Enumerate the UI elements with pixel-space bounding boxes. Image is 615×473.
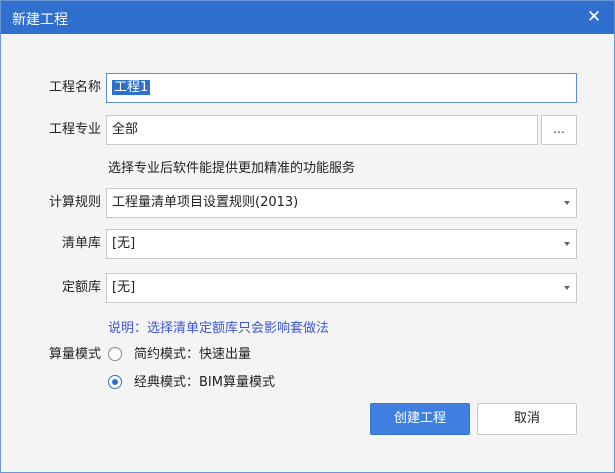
browse-major-button[interactable]: ... (541, 115, 577, 145)
project-name-value: 工程1 (112, 80, 151, 95)
project-major-label: 工程专业 (48, 122, 101, 137)
major-hint: 选择专业后软件能提供更加精准的功能服务 (108, 161, 356, 176)
bill-library-value: [无] (112, 236, 136, 251)
chevron-down-icon (564, 201, 570, 205)
bill-library-select[interactable]: [无] (106, 229, 577, 259)
bill-library-label: 清单库 (61, 236, 101, 251)
quota-library-select[interactable]: [无] (106, 273, 577, 303)
calc-rule-label: 计算规则 (48, 195, 101, 210)
quota-library-value: [无] (112, 280, 136, 295)
title-bar[interactable]: 新建工程 ✕ (1, 1, 614, 34)
chevron-down-icon (564, 242, 570, 246)
project-name-label: 工程名称 (48, 80, 101, 95)
project-major-input[interactable]: 全部 (106, 115, 538, 145)
radio-simple[interactable] (108, 347, 122, 361)
mode-option-classic-label: 经典模式：BIM算量模式 (134, 375, 275, 390)
library-note: 说明：选择清单定额库只会影响套做法 (108, 321, 330, 336)
mode-option-simple-label: 简约模式：快速出量 (134, 347, 252, 362)
quota-library-label: 定额库 (61, 280, 101, 295)
new-project-dialog: 新建工程 ✕ 工程名称 工程1 工程专业 全部 ... 选择专业后软件能提供更加… (0, 0, 615, 473)
create-project-button[interactable]: 创建工程 (370, 403, 470, 435)
close-icon[interactable]: ✕ (583, 6, 605, 28)
chevron-down-icon (564, 286, 570, 290)
project-name-input[interactable]: 工程1 (106, 73, 577, 103)
mode-label: 算量模式 (48, 347, 101, 362)
calc-rule-value: 工程量清单项目设置规则(2013) (112, 195, 299, 210)
dialog-title: 新建工程 (12, 12, 68, 28)
calc-rule-select[interactable]: 工程量清单项目设置规则(2013) (106, 188, 577, 218)
cancel-button[interactable]: 取消 (477, 403, 577, 435)
radio-classic[interactable] (108, 375, 122, 389)
project-major-value: 全部 (112, 122, 139, 137)
